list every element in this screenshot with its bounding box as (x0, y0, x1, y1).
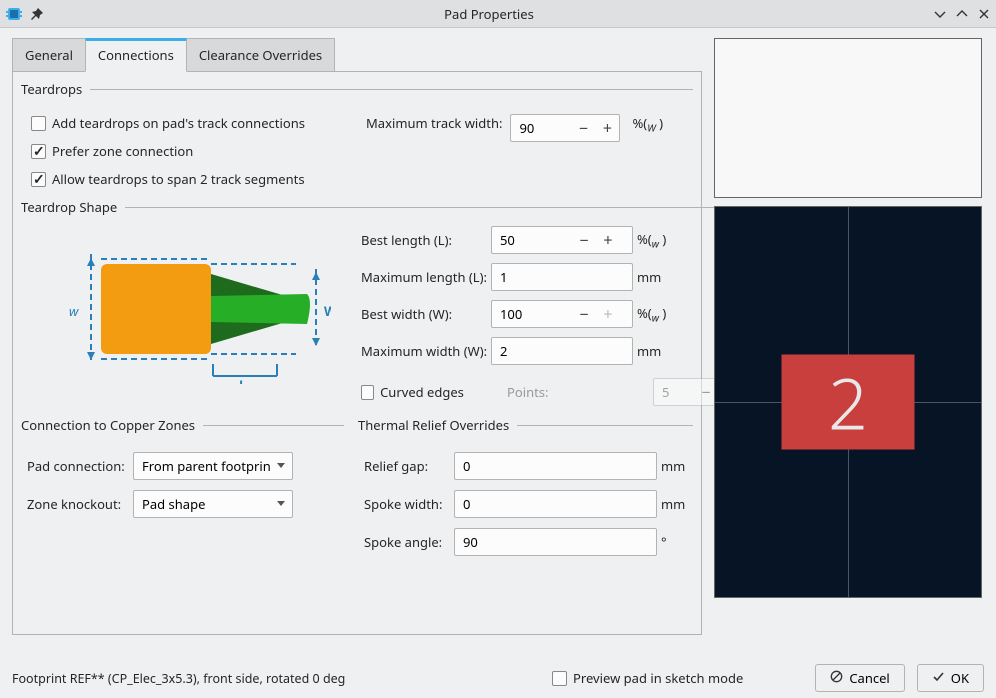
max-width-unit: mm (633, 342, 677, 360)
check-icon (932, 669, 945, 687)
teardrop-shape-legend: Teardrop Shape (21, 198, 125, 216)
svg-text:w: w (69, 302, 79, 320)
teardrop-shape-group: Teardrop Shape (21, 198, 753, 416)
curved-edges-checkbox[interactable] (361, 385, 374, 400)
allow-span-label: Allow teardrops to span 2 track segments (52, 170, 305, 188)
svg-text:L: L (239, 376, 246, 384)
ok-button[interactable]: OK (917, 664, 984, 692)
close-button[interactable] (978, 8, 990, 20)
decrement-button[interactable]: − (572, 301, 596, 327)
zone-knockout-label: Zone knockout: (27, 495, 133, 513)
pad-shape: 2 (782, 355, 915, 450)
tab-connections[interactable]: Connections (85, 38, 187, 72)
max-width-label: Maximum width (W): (361, 342, 491, 360)
thermal-relief-group: Thermal Relief Overrides Relief gap: mm … (358, 416, 693, 570)
increment-button[interactable]: + (596, 227, 620, 253)
cancel-button[interactable]: Cancel (815, 664, 904, 692)
maximize-button[interactable] (956, 8, 968, 20)
footer-bar: Footprint REF** (CP_Elec_3x5.3), front s… (0, 658, 996, 698)
teardrops-legend: Teardrops (21, 80, 90, 98)
curved-edges-label: Curved edges (380, 383, 491, 401)
pad-connection-select[interactable]: From parent footprint (133, 452, 293, 480)
svg-text:W: W (324, 302, 331, 320)
teardrops-group: Teardrops Add teardrops on pad's track c… (21, 80, 693, 198)
tab-content: Teardrops Add teardrops on pad's track c… (12, 71, 702, 635)
preview-pad-panel: 2 (714, 206, 982, 598)
best-length-unit: %(w ) (633, 230, 677, 251)
max-track-width-label: Maximum track width: (366, 114, 502, 132)
allow-span-checkbox[interactable] (31, 172, 46, 187)
window-title: Pad Properties (44, 5, 934, 23)
decrement-button[interactable]: − (572, 227, 596, 253)
copper-zones-legend: Connection to Copper Zones (21, 416, 203, 434)
relief-gap-label: Relief gap: (364, 457, 454, 475)
spoke-width-unit: mm (657, 495, 687, 513)
max-track-width-unit: %(W ) (628, 114, 672, 135)
tab-bar: General Connections Clearance Overrides (12, 38, 702, 72)
thermal-relief-legend: Thermal Relief Overrides (358, 416, 517, 434)
decrement-button[interactable]: − (571, 115, 595, 141)
points-label: Points: (507, 383, 637, 401)
preview-sketch-checkbox[interactable] (552, 671, 567, 686)
prefer-zone-label: Prefer zone connection (52, 142, 193, 160)
max-length-input[interactable] (491, 263, 633, 291)
teardrop-shape-diagram: w W L (21, 224, 351, 394)
pin-icon[interactable] (30, 7, 44, 21)
add-teardrops-checkbox[interactable] (31, 116, 46, 131)
tab-clearance-overrides[interactable]: Clearance Overrides (186, 38, 335, 72)
pad-number: 2 (828, 354, 868, 450)
footprint-status: Footprint REF** (CP_Elec_3x5.3), front s… (12, 670, 540, 687)
max-length-unit: mm (633, 268, 677, 286)
best-length-label: Best length (L): (361, 231, 491, 249)
max-track-width-input[interactable]: − + (510, 114, 620, 142)
spoke-angle-input[interactable] (454, 528, 657, 556)
cancel-icon (830, 669, 843, 687)
preview-layers-panel (714, 38, 982, 198)
increment-button[interactable]: + (596, 301, 620, 327)
preview-sketch-label: Preview pad in sketch mode (573, 669, 743, 687)
app-icon (6, 6, 22, 22)
prefer-zone-checkbox[interactable] (31, 144, 46, 159)
copper-zones-group: Connection to Copper Zones Pad connectio… (21, 416, 344, 570)
spoke-width-label: Spoke width: (364, 495, 454, 513)
spoke-width-input[interactable] (454, 490, 657, 518)
add-teardrops-label: Add teardrops on pad's track connections (52, 114, 305, 132)
spoke-angle-unit: ° (657, 533, 687, 551)
best-width-label: Best width (W): (361, 305, 491, 323)
max-length-label: Maximum length (L): (361, 268, 491, 286)
increment-button[interactable]: + (595, 115, 619, 141)
max-width-input[interactable] (491, 337, 633, 365)
relief-gap-input[interactable] (454, 452, 657, 480)
titlebar: Pad Properties (0, 0, 996, 28)
spoke-angle-label: Spoke angle: (364, 533, 454, 551)
zone-knockout-select[interactable]: Pad shape (133, 490, 293, 518)
pad-connection-label: Pad connection: (27, 457, 133, 475)
best-width-input[interactable]: − + (491, 300, 633, 328)
relief-gap-unit: mm (657, 457, 687, 475)
best-length-input[interactable]: − + (491, 226, 633, 254)
best-width-unit: %(w ) (633, 304, 677, 325)
tab-general[interactable]: General (12, 38, 86, 72)
minimize-button[interactable] (934, 8, 946, 20)
